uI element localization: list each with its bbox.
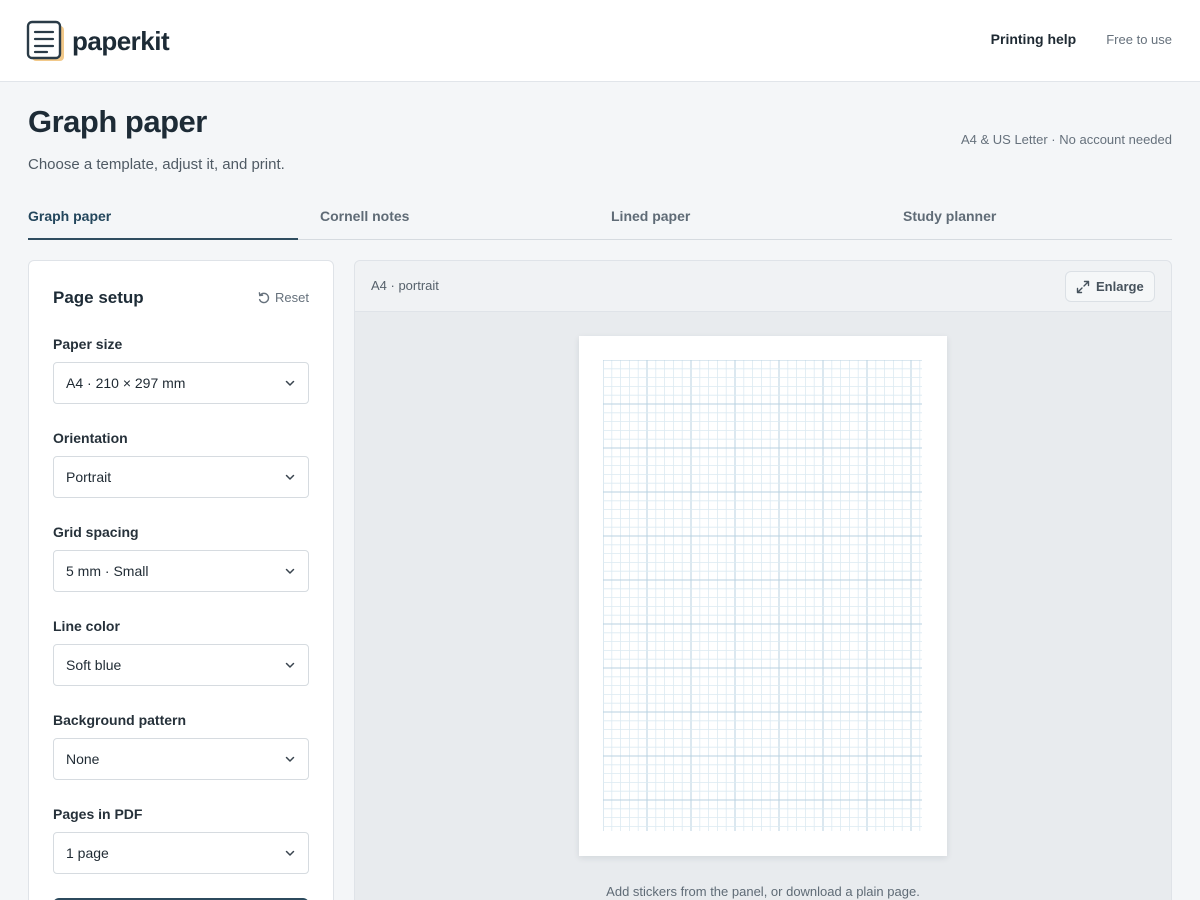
- chevron-down-icon: [285, 756, 295, 762]
- pages-in-pdf-value: 1 page: [66, 845, 109, 861]
- preview-format-label: A4 · portrait: [371, 278, 439, 293]
- page-subtitle: Choose a template, adjust it, and print.: [28, 156, 285, 173]
- reset-button[interactable]: Reset: [257, 290, 309, 305]
- tab-lined-paper[interactable]: Lined paper: [611, 194, 690, 240]
- page-setup-panel: Page setup Reset Paper size A4 · 210 × 2…: [28, 260, 334, 900]
- orientation-label: Orientation: [53, 430, 128, 446]
- top-bar: paperkit Printing help Free to use: [0, 0, 1200, 82]
- preview-caption: Add stickers from the panel, or download…: [606, 884, 920, 899]
- graph-grid: [603, 360, 922, 831]
- tab-study-planner[interactable]: Study planner: [903, 194, 996, 240]
- notepad-icon: [26, 20, 66, 62]
- panel-title: Page setup: [53, 288, 144, 307]
- nav-free-to-use[interactable]: Free to use: [1106, 32, 1172, 47]
- grid-spacing-select[interactable]: 5 mm · Small: [53, 550, 309, 592]
- preview-area: A4 · portrait Enlarge Add stickers from …: [354, 260, 1172, 900]
- enlarge-label: Enlarge: [1096, 279, 1144, 294]
- background-pattern-select[interactable]: None: [53, 738, 309, 780]
- chevron-down-icon: [285, 474, 295, 480]
- brand-name: paperkit: [72, 25, 170, 56]
- enlarge-button[interactable]: Enlarge: [1065, 271, 1155, 302]
- paper-size-select[interactable]: A4 · 210 × 297 mm: [53, 362, 309, 404]
- line-color-select[interactable]: Soft blue: [53, 644, 309, 686]
- pages-in-pdf-label: Pages in PDF: [53, 806, 143, 822]
- top-nav: Printing help Free to use: [991, 31, 1172, 47]
- nav-printing-help[interactable]: Printing help: [991, 31, 1077, 47]
- template-tabs: Graph paper Cornell notes Lined paper St…: [28, 194, 1172, 240]
- orientation-value: Portrait: [66, 469, 112, 485]
- orientation-select[interactable]: Portrait: [53, 456, 309, 498]
- background-pattern-label: Background pattern: [53, 712, 187, 728]
- page-meta: A4 & US Letter · No account needed: [960, 132, 1172, 147]
- paper-size-label: Paper size: [53, 336, 123, 352]
- page-title: Graph paper: [28, 104, 207, 139]
- line-color-label: Line color: [53, 618, 120, 634]
- expand-arrows-icon: [1076, 280, 1090, 293]
- grid-spacing-label: Grid spacing: [53, 524, 139, 540]
- grid-spacing-value: 5 mm · Small: [66, 563, 149, 579]
- paper-size-value: A4 · 210 × 297 mm: [66, 375, 186, 391]
- line-color-value: Soft blue: [66, 657, 122, 673]
- preview-header: A4 · portrait Enlarge: [355, 261, 1171, 312]
- rotate-ccw-icon: [258, 291, 270, 303]
- chevron-down-icon: [285, 568, 295, 574]
- tab-cornell-notes[interactable]: Cornell notes: [320, 194, 409, 240]
- chevron-down-icon: [285, 380, 295, 386]
- paper-preview[interactable]: [579, 336, 947, 856]
- chevron-down-icon: [285, 850, 295, 856]
- tab-graph-paper[interactable]: Graph paper: [28, 194, 298, 240]
- reset-label: Reset: [275, 290, 309, 305]
- brand-logo[interactable]: paperkit: [26, 20, 170, 62]
- pages-in-pdf-select[interactable]: 1 page: [53, 832, 309, 874]
- background-pattern-value: None: [66, 751, 100, 767]
- chevron-down-icon: [285, 662, 295, 668]
